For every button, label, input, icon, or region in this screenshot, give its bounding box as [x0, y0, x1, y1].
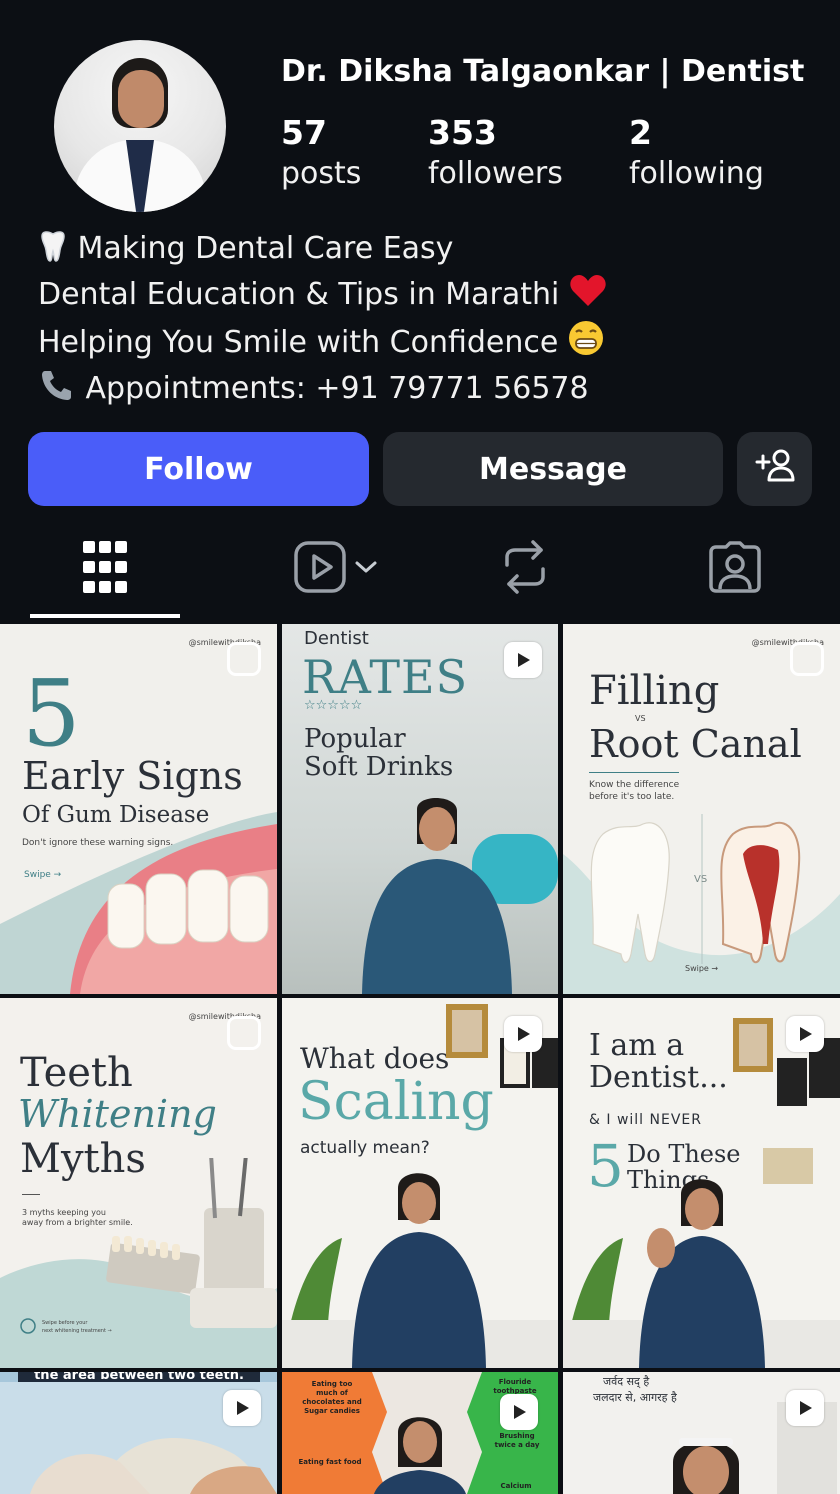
tab-reels[interactable] [280, 530, 390, 608]
grin-icon [568, 320, 604, 368]
post-grid: @smilewithdiksha 5 Early Signs Of Gum Di… [0, 624, 840, 1494]
post-kicker: Dentist [304, 628, 369, 649]
tab-reposts[interactable] [490, 530, 560, 608]
post-label: Calcium [500, 1482, 532, 1490]
post-tile[interactable]: @smilewithdiksha Teeth Whitening Myths 3… [0, 998, 277, 1368]
post-label: Eating too much of chocolates and Sugar … [302, 1380, 362, 1415]
post-caption: Know the difference [589, 780, 680, 790]
tab-tagged[interactable] [700, 530, 770, 608]
post-title: Filling [589, 668, 720, 714]
posts-count[interactable]: 57 posts [281, 112, 361, 194]
post-tile[interactable]: the area between two teeth. [0, 1372, 277, 1494]
tagged-icon [708, 540, 762, 598]
profile-name: Dr. Diksha Talgaonkar | Dentist [281, 54, 805, 89]
post-tile[interactable]: Eating too much of chocolates and Sugar … [282, 1372, 558, 1494]
post-footer: next whitening treatment → [42, 1328, 112, 1334]
post-subtitle: Popular [304, 724, 406, 754]
heart-icon [569, 274, 607, 320]
bio-line: Making Dental Care Easy [38, 228, 607, 274]
profile-tabs [0, 522, 840, 622]
followers-label: followers [428, 156, 563, 191]
posts-label: posts [281, 156, 362, 191]
message-button[interactable]: Message [383, 432, 723, 506]
following-count[interactable]: 2 following [629, 112, 764, 194]
post-label: Brushing twice a day [494, 1432, 540, 1449]
post-tile[interactable]: What does Scaling actually mean? [282, 998, 558, 1368]
tab-posts[interactable] [60, 530, 150, 608]
carousel-icon [227, 642, 261, 676]
follow-button[interactable]: Follow [28, 432, 369, 506]
post-title-number: 5 [22, 660, 81, 767]
post-title: Teeth [20, 1050, 133, 1096]
post-tile[interactable]: I am a Dentist... & I will NEVER 5 Do Th… [563, 998, 840, 1368]
active-tab-indicator [30, 614, 180, 618]
reel-icon [223, 1390, 261, 1426]
posts-number: 57 [281, 113, 327, 152]
reel-icon [504, 642, 542, 678]
post-title: Root Canal [589, 722, 802, 766]
bio-line: Helping You Smile with Confidence [38, 320, 607, 368]
avatar[interactable] [54, 40, 226, 212]
post-vs: VS [694, 874, 708, 885]
post-tile[interactable]: जर्वद सद् है जलदार से, आगरह है [563, 1372, 840, 1494]
suggested-users-button[interactable] [737, 432, 812, 506]
post-tile[interactable]: Dentist RATES ☆☆☆☆☆ Popular Soft Drinks [282, 624, 558, 994]
following-number: 2 [629, 113, 652, 152]
reels-icon [292, 539, 348, 599]
profile-bio: Making Dental Care Easy Dental Education… [38, 228, 607, 414]
tooth-icon [38, 230, 68, 274]
carousel-icon [790, 642, 824, 676]
phone-icon [38, 368, 76, 414]
following-label: following [629, 156, 764, 191]
carousel-icon [227, 1016, 261, 1050]
post-footer: Swipe before your [42, 1320, 88, 1326]
reel-icon [504, 1016, 542, 1052]
add-user-icon [755, 448, 795, 490]
post-title: RATES [302, 650, 469, 704]
reel-icon [500, 1394, 538, 1430]
followers-number: 353 [428, 113, 497, 152]
post-tile[interactable]: @smilewithdiksha Filling VS Root Canal K… [563, 624, 840, 994]
chevron-down-icon [354, 559, 378, 579]
grid-icon [83, 541, 127, 597]
reposts-icon [501, 539, 549, 599]
post-label: Eating fast food [298, 1458, 362, 1466]
followers-count[interactable]: 353 followers [428, 112, 563, 194]
reel-icon [786, 1016, 824, 1052]
post-subtitle: Soft Drinks [304, 752, 454, 782]
bio-line: Dental Education & Tips in Marathi [38, 274, 607, 320]
reel-icon [786, 1390, 824, 1426]
post-swipe: Swipe → [685, 964, 719, 973]
post-title: Whitening [18, 1092, 217, 1136]
profile-header: Dr. Diksha Talgaonkar | Dentist 57 posts… [0, 0, 840, 420]
post-tile[interactable]: @smilewithdiksha 5 Early Signs Of Gum Di… [0, 624, 277, 994]
rating-stars: ☆☆☆☆☆ [304, 698, 363, 713]
bio-line: Appointments: +91 79771 56578 [38, 368, 607, 414]
